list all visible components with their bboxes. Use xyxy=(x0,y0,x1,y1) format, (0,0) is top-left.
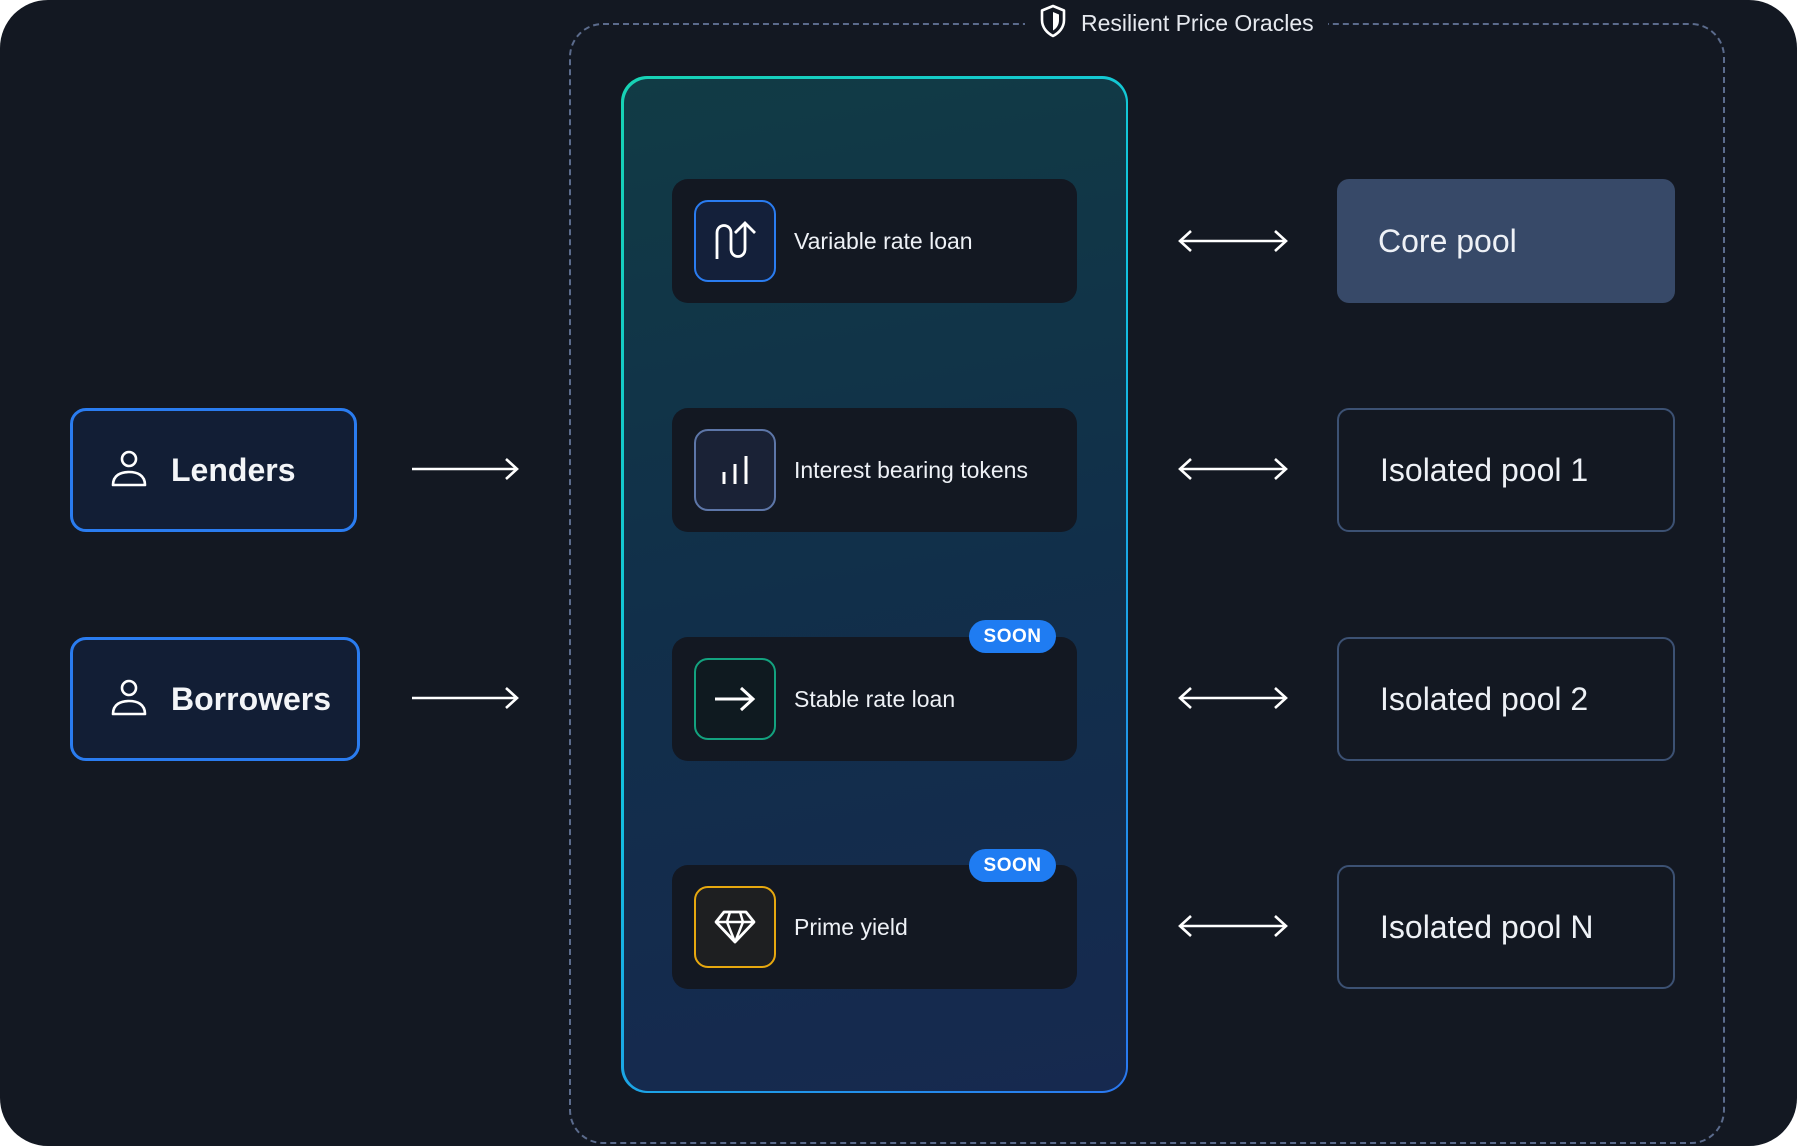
soon-badge: SOON xyxy=(969,849,1056,882)
double-arrow-connector xyxy=(1178,687,1288,709)
arrow-right-connector xyxy=(412,687,519,709)
feature-label: Prime yield xyxy=(794,913,908,940)
double-arrow-connector xyxy=(1178,915,1288,937)
pool-isolated-1[interactable]: Isolated pool 1 xyxy=(1337,408,1675,532)
feature-label: Interest bearing tokens xyxy=(794,456,1028,483)
shield-icon xyxy=(1039,4,1067,43)
arrow-right-connector xyxy=(412,458,519,480)
double-arrow-connector xyxy=(1178,230,1288,252)
feature-label: Variable rate loan xyxy=(794,227,973,254)
pool-isolated-2[interactable]: Isolated pool 2 xyxy=(1337,637,1675,761)
diagram-canvas: Resilient Price Oracles Lenders Borrower… xyxy=(0,0,1797,1146)
feature-variable-rate-loan[interactable]: Variable rate loan xyxy=(672,179,1077,303)
pool-core[interactable]: Core pool xyxy=(1337,179,1675,303)
feature-stable-rate-loan[interactable]: Stable rate loan xyxy=(672,637,1077,761)
pool-isolated-n[interactable]: Isolated pool N xyxy=(1337,865,1675,989)
diamond-icon xyxy=(694,886,776,968)
feature-prime-yield[interactable]: Prime yield xyxy=(672,865,1077,989)
actor-borrowers[interactable]: Borrowers xyxy=(70,637,360,761)
arrow-right-icon xyxy=(694,658,776,740)
user-icon xyxy=(109,448,149,493)
actor-label: Lenders xyxy=(171,451,296,488)
oracle-title: Resilient Price Oracles xyxy=(1025,4,1328,42)
user-icon xyxy=(109,677,149,722)
oracle-title-label: Resilient Price Oracles xyxy=(1081,9,1314,36)
feature-interest-bearing-tokens[interactable]: Interest bearing tokens xyxy=(672,408,1077,532)
soon-badge: SOON xyxy=(969,620,1056,653)
double-arrow-connector xyxy=(1178,458,1288,480)
actor-lenders[interactable]: Lenders xyxy=(70,408,357,532)
actor-label: Borrowers xyxy=(171,680,332,717)
bar-chart-icon xyxy=(694,429,776,511)
variable-rate-icon xyxy=(694,200,776,282)
feature-label: Stable rate loan xyxy=(794,685,956,712)
